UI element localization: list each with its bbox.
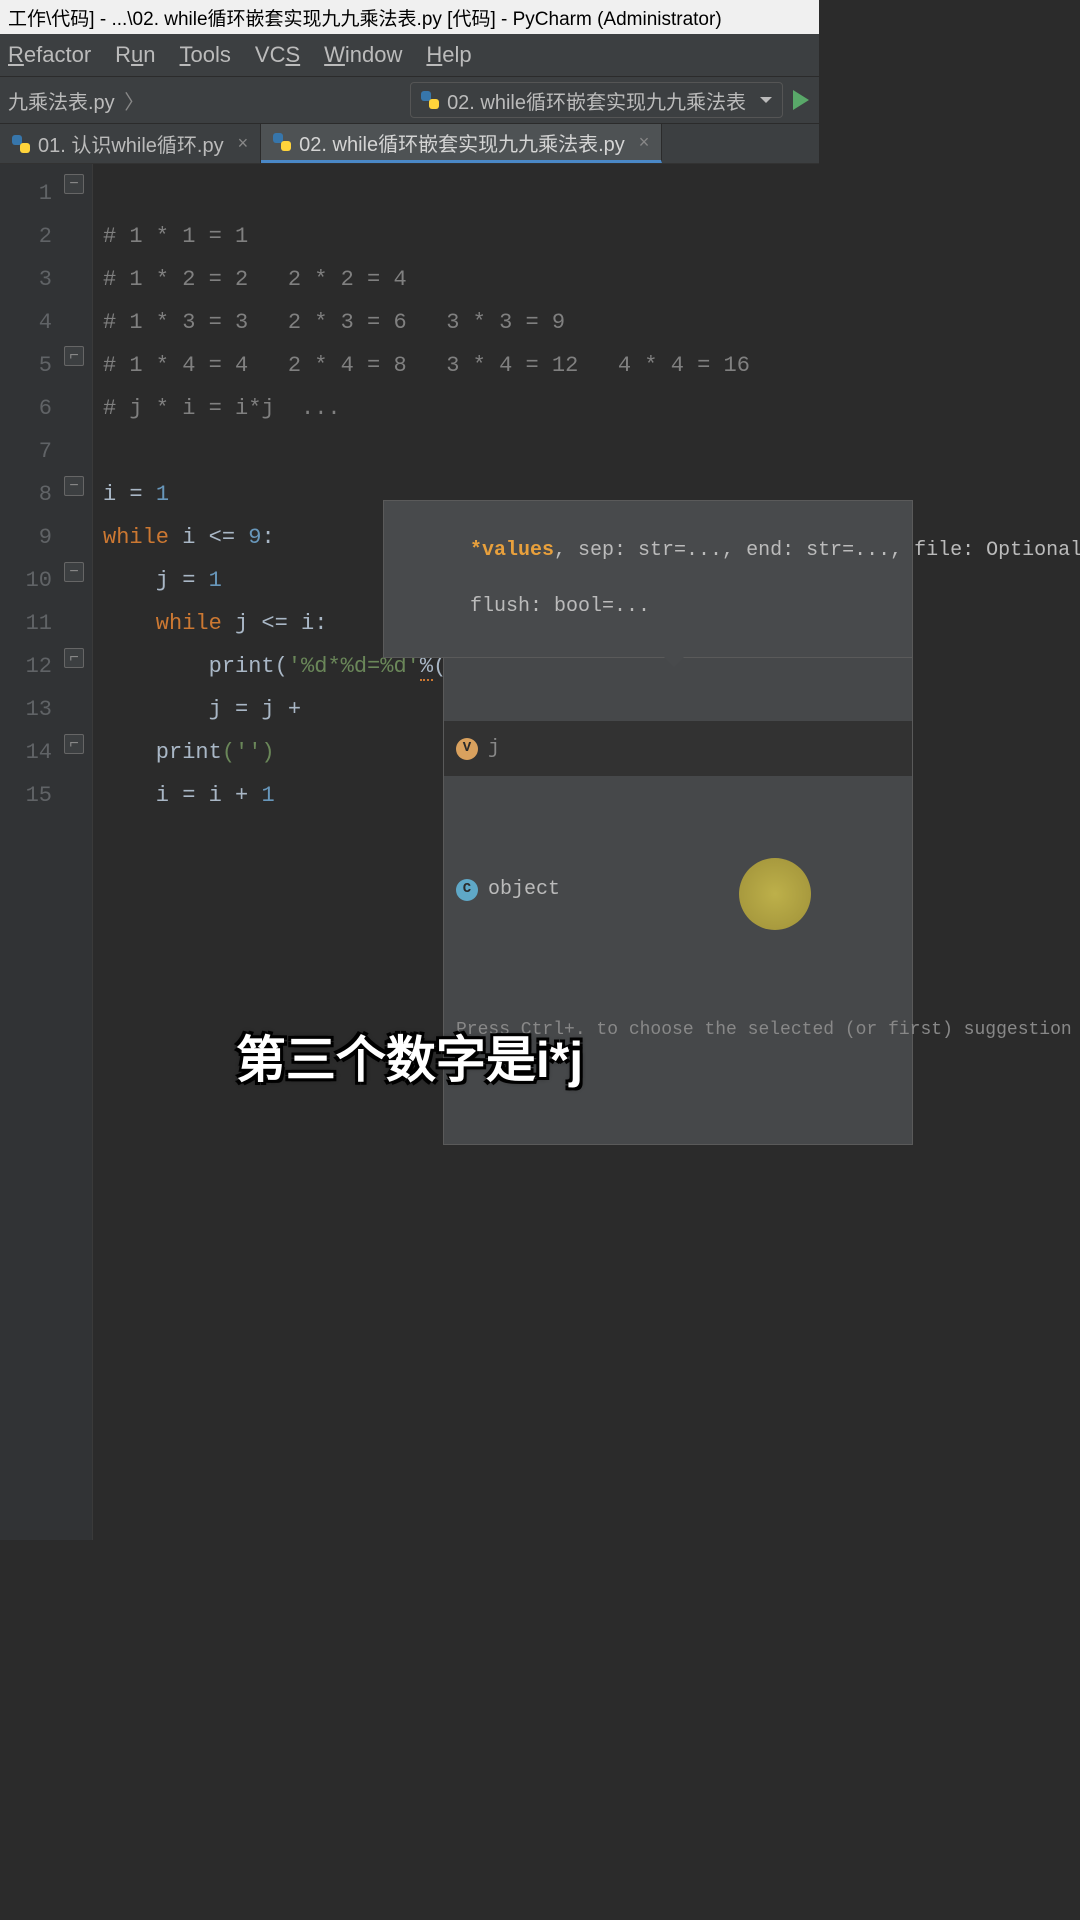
tab-label: 02. while循环嵌套实现九九乘法表.py [299, 128, 625, 157]
fold-toggle-icon[interactable]: − [64, 174, 84, 194]
code-line: i = i + 1 [103, 783, 275, 808]
code-line: j = 1 [103, 568, 222, 593]
tab-file-1[interactable]: 01. 认识while循环.py × [0, 124, 261, 163]
close-icon[interactable]: × [238, 133, 249, 154]
tab-label: 01. 认识while循环.py [38, 129, 224, 158]
breadcrumb[interactable]: 九乘法表.py 〉 [0, 86, 156, 115]
menu-vcs[interactable]: VCS [255, 42, 300, 68]
editor-tabs: 01. 认识while循环.py × 02. while循环嵌套实现九九乘法表.… [0, 124, 819, 164]
menu-window[interactable]: Window [324, 42, 402, 68]
fold-toggle-icon[interactable]: ⌐ [64, 648, 84, 668]
fold-toggle-icon[interactable]: − [64, 476, 84, 496]
main-menubar: Refactor Run Tools VCS Window Help [0, 34, 819, 76]
completion-item[interactable]: C object [444, 862, 912, 917]
fold-toggle-icon[interactable]: − [64, 562, 84, 582]
code-line: print('') [103, 740, 275, 765]
chevron-right-icon: 〉 [124, 92, 144, 114]
cursor-highlight-icon [739, 858, 811, 930]
chevron-down-icon [760, 97, 772, 103]
python-icon [12, 135, 30, 153]
completion-item[interactable]: V j [444, 721, 912, 776]
code-line: # 1 * 4 = 4 2 * 4 = 8 3 * 4 = 12 4 * 4 =… [103, 353, 750, 378]
python-icon [273, 133, 291, 151]
fold-toggle-icon[interactable]: ⌐ [64, 734, 84, 754]
run-button[interactable] [793, 90, 809, 110]
code-line: while j <= i: [103, 611, 327, 636]
parameter-info-popup: *values, sep: str=..., end: str=..., fil… [383, 500, 913, 658]
menu-tools[interactable]: Tools [180, 42, 231, 68]
line-number-gutter: 123 456 789 101112 131415 [0, 164, 62, 1540]
code-area[interactable]: # 1 * 1 = 1 # 1 * 2 = 2 2 * 2 = 4 # 1 * … [92, 164, 819, 1540]
menu-refactor[interactable]: Refactor [8, 42, 91, 68]
fold-toggle-icon[interactable]: ⌐ [64, 346, 84, 366]
breadcrumb-file: 九乘法表.py [8, 92, 115, 114]
menu-help[interactable]: Help [426, 42, 471, 68]
completion-label: j [488, 727, 500, 770]
code-line: j = j + [103, 697, 314, 722]
code-line: while i <= 9: [103, 525, 275, 550]
code-line: # 1 * 3 = 3 2 * 3 = 6 3 * 3 = 9 [103, 310, 565, 335]
python-icon [421, 91, 439, 109]
window-titlebar: 工作\代码] - ...\02. while循环嵌套实现九九乘法表.py [代码… [0, 0, 819, 34]
code-editor[interactable]: 123 456 789 101112 131415 − ⌐ − − ⌐ ⌐ # … [0, 164, 819, 1540]
variable-icon: V [456, 738, 478, 760]
close-icon[interactable]: × [639, 132, 650, 153]
navigation-bar: 九乘法表.py 〉 02. while循环嵌套实现九九乘法表 [0, 76, 819, 124]
run-config-label: 02. while循环嵌套实现九九乘法表 [447, 86, 746, 115]
video-caption: 第三个数字是i*j [0, 1020, 819, 1092]
code-line: i = 1 [103, 482, 169, 507]
tab-file-2[interactable]: 02. while循环嵌套实现九九乘法表.py × [261, 124, 662, 163]
code-line: # 1 * 2 = 2 2 * 2 = 4 [103, 267, 407, 292]
run-configuration-selector[interactable]: 02. while循环嵌套实现九九乘法表 [410, 82, 783, 118]
code-line: # 1 * 1 = 1 [103, 224, 248, 249]
class-icon: C [456, 879, 478, 901]
completion-label: object [488, 868, 560, 911]
fold-gutter: − ⌐ − − ⌐ ⌐ [62, 164, 92, 1540]
menu-run[interactable]: Run [115, 42, 155, 68]
code-line: # j * i = i*j ... [103, 396, 341, 421]
